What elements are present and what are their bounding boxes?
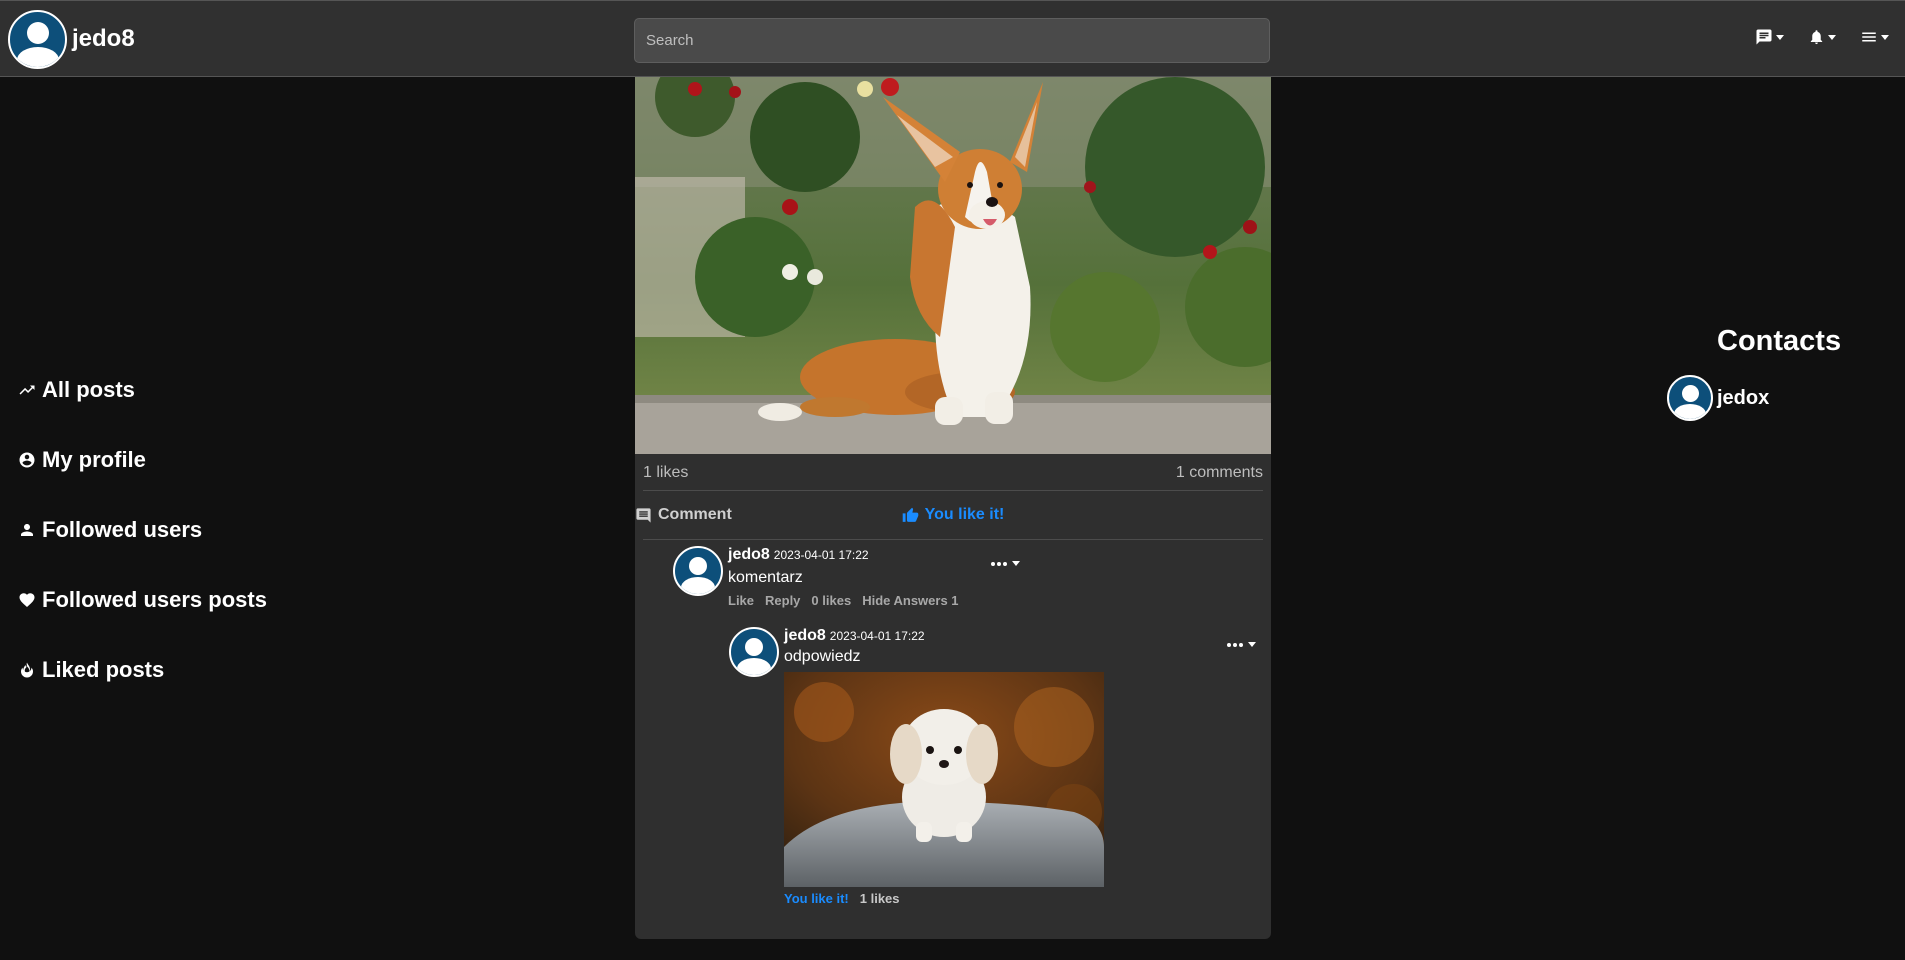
comment-username[interactable]: jedo8 [728, 546, 770, 564]
hide-answers-button[interactable]: Hide Answers 1 [862, 593, 958, 608]
post-stats: 1 likes 1 comments [635, 464, 1271, 486]
comment-timestamp: 2023-04-01 17:22 [773, 548, 869, 562]
chevron-down-icon [1248, 642, 1256, 647]
search-input[interactable] [634, 18, 1270, 63]
chevron-down-icon [1012, 561, 1020, 566]
more-horizontal-icon [1227, 642, 1243, 647]
person-icon [21, 524, 33, 536]
top-navbar: jedo8 [0, 0, 1905, 77]
notifications-dropdown[interactable] [1808, 28, 1836, 46]
contact-item[interactable]: jedox [1667, 375, 1769, 421]
post-actions: You like it! Comment [635, 491, 1271, 539]
sidebar: All posts My profile Followed users Foll… [18, 355, 267, 705]
sidebar-item-followed-users-posts[interactable]: Followed users posts [18, 565, 267, 635]
top-username[interactable]: jedo8 [72, 25, 135, 53]
comment-like-button[interactable]: Like [728, 593, 754, 608]
reply-text: odpowiedz [784, 648, 861, 665]
contact-name: jedox [1717, 386, 1770, 409]
top-icons [1755, 28, 1889, 46]
like-button-label: You like it! [924, 506, 1005, 523]
messages-dropdown[interactable] [1755, 28, 1784, 46]
reply-timestamp: 2023-04-01 17:22 [829, 629, 925, 643]
comment-button[interactable]: Comment [635, 506, 732, 524]
heart-icon [19, 593, 35, 608]
comment-button-label: Comment [658, 506, 732, 523]
divider [643, 539, 1263, 540]
reply-username[interactable]: jedo8 [784, 627, 826, 645]
reply-comment: jedo8 2023-04-01 17:22 odpowiedz You lik… [729, 627, 1104, 906]
chevron-down-icon [1776, 34, 1784, 40]
account-circle-icon [19, 452, 35, 468]
contacts-title: Contacts [1717, 325, 1842, 357]
more-horizontal-icon [991, 561, 1007, 566]
reply-like-button[interactable]: You like it! [784, 891, 849, 906]
bell-icon [1810, 30, 1823, 45]
avatar[interactable] [729, 627, 779, 677]
sidebar-item-label: Followed users posts [42, 587, 267, 612]
sidebar-item-followed-users[interactable]: Followed users [18, 495, 267, 565]
post-image[interactable] [635, 77, 1271, 454]
message-icon [1756, 29, 1772, 45]
comment-likes-count[interactable]: 0 likes [811, 593, 851, 608]
chevron-down-icon [1828, 34, 1836, 40]
chevron-down-icon [1881, 34, 1889, 40]
sidebar-item-label: All posts [42, 377, 135, 402]
user-avatar[interactable] [8, 10, 67, 69]
reply-likes-count[interactable]: 1 likes [860, 891, 900, 906]
comment-icon [636, 507, 651, 523]
reply-image[interactable] [784, 672, 1104, 887]
fire-icon [21, 662, 33, 678]
sidebar-item-label: Followed users [42, 517, 203, 542]
post-likes-count[interactable]: 1 likes [643, 464, 688, 486]
sidebar-item-label: Liked posts [42, 657, 165, 682]
trending-icon [19, 385, 35, 395]
sidebar-item-my-profile[interactable]: My profile [18, 425, 267, 495]
avatar [1667, 375, 1713, 421]
corgi-photo [635, 77, 1271, 454]
sidebar-item-label: My profile [42, 447, 146, 472]
comment-reply-button[interactable]: Reply [765, 593, 800, 608]
sidebar-item-liked-posts[interactable]: Liked posts [18, 635, 267, 705]
comment-options-button[interactable] [991, 561, 1020, 566]
main-menu-dropdown[interactable] [1860, 28, 1889, 46]
menu-icon [1862, 32, 1876, 42]
post-card: 1 likes 1 comments You like it! Comment … [635, 77, 1271, 939]
comment: jedo8 2023-04-01 17:22 komentarz Like Re… [673, 546, 959, 608]
avatar[interactable] [673, 546, 723, 596]
post-comments-count[interactable]: 1 comments [1176, 464, 1263, 486]
comment-text: komentarz [728, 569, 803, 586]
sidebar-item-all-posts[interactable]: All posts [18, 355, 267, 425]
thumb-up-icon [902, 507, 918, 522]
puppy-photo [784, 672, 1104, 887]
reply-options-button[interactable] [1227, 642, 1256, 647]
